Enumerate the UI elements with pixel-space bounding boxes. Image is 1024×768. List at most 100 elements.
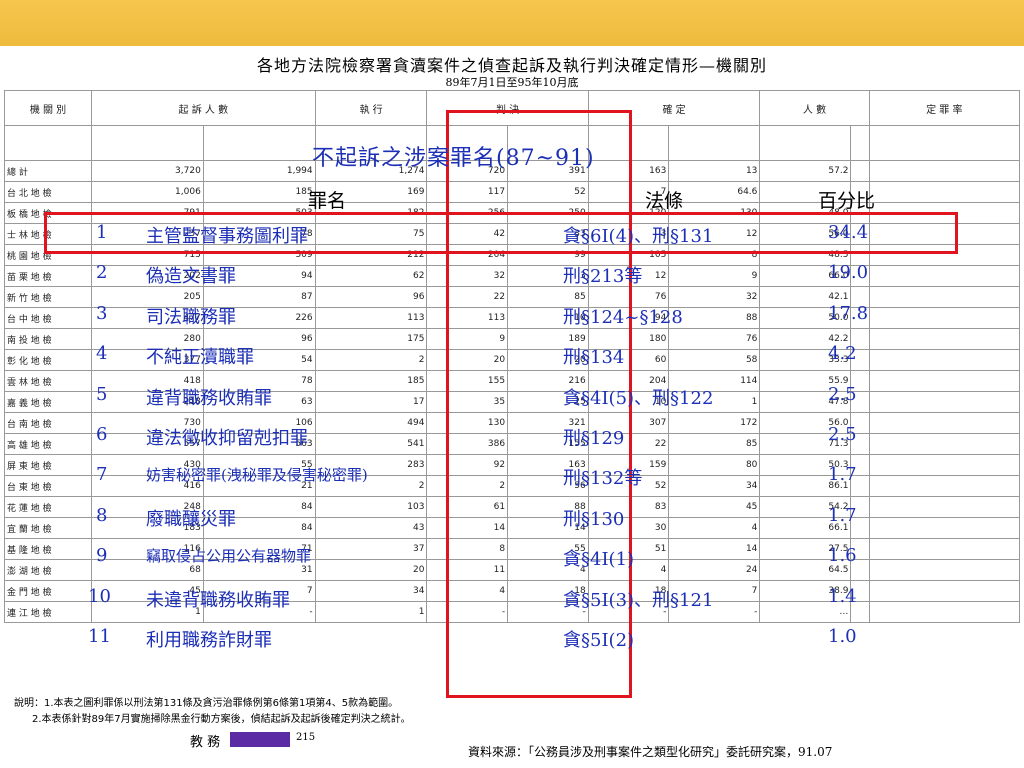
overlay-header-law: 法條 <box>645 190 684 212</box>
table-row-label: 總 計 <box>4 160 92 182</box>
overlay-row-name: 偽造文書罪 <box>146 266 236 287</box>
table-cell <box>868 559 1021 581</box>
overlay-header-name: 罪名 <box>308 190 347 212</box>
table-header-sub <box>91 125 204 161</box>
table-cell <box>868 433 1021 455</box>
overlay-row-law: 刑§132等 <box>563 468 643 489</box>
overlay-row-percent: 17.8 <box>828 303 869 324</box>
table-row-label: 屏 東 地 檢 <box>4 454 92 476</box>
table-header-cell: 起 訴 人 數 <box>91 90 316 126</box>
overlay-row-name: 利用職務詐財罪 <box>146 630 272 651</box>
table-cell: 45 <box>668 496 761 518</box>
table-cell: 103 <box>314 496 428 518</box>
table-cell: 13 <box>668 160 761 182</box>
overlay-row-percent: 34.4 <box>828 222 869 243</box>
table-cell <box>868 328 1021 350</box>
top-banner <box>0 0 1024 46</box>
overlay-row-name: 廢職釀災罪 <box>146 509 236 530</box>
table-header-cell: 人 數 <box>759 90 870 126</box>
table-cell <box>868 286 1021 308</box>
source-citation: 資料來源：「公務員涉及刑事案件之類型化研究」委託研究案，91.07 <box>468 745 833 759</box>
table-header-sub <box>202 125 316 161</box>
overlay-row-law: 貪§6I(4)、刑§131 <box>563 226 714 247</box>
table-cell <box>868 412 1021 434</box>
overlay-row-law: 貪§5I(3)、刑§121 <box>563 590 714 611</box>
overlay-row-number: 3 <box>96 303 108 324</box>
table-row-label: 基 隆 地 檢 <box>4 538 92 560</box>
overlay-title: 不起訴之涉案罪名(87~91) <box>312 146 595 171</box>
table-row-label: 台 南 地 檢 <box>4 412 92 434</box>
overlay-row-percent: 2.5 <box>828 424 857 445</box>
overlay-row-name: 主管監督事務圖利罪 <box>146 226 308 247</box>
table-cell: 96 <box>314 286 428 308</box>
table-cell: 58 <box>668 349 761 371</box>
note-line: 2.本表係針對89年7月實施掃除黑金行動方案後，偵結起訴及起訴後確定判決之統計。 <box>32 714 411 725</box>
table-cell: 172 <box>668 412 761 434</box>
table-cell: 17 <box>314 391 428 413</box>
overlay-row-percent: 2.5 <box>828 384 857 405</box>
table-cell <box>868 454 1021 476</box>
overlay-row-name: 司法職務罪 <box>146 307 236 328</box>
table-cell <box>868 538 1021 560</box>
table-row-label: 高 雄 地 檢 <box>4 433 92 455</box>
table-row-label: 嘉 義 地 檢 <box>4 391 92 413</box>
table-cell: 85 <box>668 433 761 455</box>
table-cell <box>868 391 1021 413</box>
overlay-row-number: 10 <box>88 586 111 607</box>
table-cell <box>868 496 1021 518</box>
table-row-label: 宜 蘭 地 檢 <box>4 517 92 539</box>
overlay-row-law: 刑§129 <box>563 428 625 449</box>
table-cell: 113 <box>314 307 428 329</box>
overlay-row-law: 刑§130 <box>563 509 625 530</box>
table-header-sub <box>850 125 870 161</box>
table-cell <box>868 265 1021 287</box>
table-row-label: 苗 栗 地 檢 <box>4 265 92 287</box>
overlay-row-number: 9 <box>96 545 108 566</box>
table-cell <box>868 517 1021 539</box>
overlay-row-number: 2 <box>96 262 108 283</box>
table-cell: 20 <box>314 559 428 581</box>
overlay-row-number: 4 <box>96 343 108 364</box>
table-cell <box>868 160 1021 182</box>
table-cell <box>850 160 870 182</box>
table-cell: 494 <box>314 412 428 434</box>
table-cell: 34 <box>314 580 428 602</box>
overlay-row-name: 未違背職務收賄罪 <box>146 590 290 611</box>
overlay-row-percent: 19.0 <box>828 262 869 283</box>
overlay-row-law: 刑§124~§128 <box>563 307 683 328</box>
table-row-label: 台 中 地 檢 <box>4 307 92 329</box>
table-cell: 3,720 <box>91 160 204 182</box>
table-row-label: 彰 化 地 檢 <box>4 349 92 371</box>
table-cell <box>868 181 1021 203</box>
table-cell <box>868 475 1021 497</box>
overlay-row-name: 竊取侵占公用公有器物罪 <box>146 547 312 565</box>
table-cell: 37 <box>314 538 428 560</box>
overlay-row-law: 貪§4I(5)、刑§122 <box>563 388 714 409</box>
table-cell: 185 <box>314 370 428 392</box>
table-cell <box>868 601 1021 623</box>
table-header-sub <box>868 125 1021 161</box>
table-header-sub <box>4 125 92 161</box>
overlay-header-pct: 百分比 <box>818 190 876 212</box>
table-cell <box>868 307 1021 329</box>
overlay-row-percent: 1.7 <box>828 464 857 485</box>
overlay-row-law: 刑§213等 <box>563 266 643 287</box>
table-cell: 541 <box>314 433 428 455</box>
footer-bar <box>230 732 290 747</box>
table-header-sub <box>759 125 852 161</box>
table-cell <box>868 349 1021 371</box>
overlay-row-number: 6 <box>96 424 108 445</box>
table-cell: 57.2 <box>759 160 852 182</box>
table-header-cell: 執 行 <box>314 90 428 126</box>
table-row-label: 台 北 地 檢 <box>4 181 92 203</box>
footer-value: 215 <box>296 732 316 743</box>
table-cell: 9 <box>668 265 761 287</box>
table-row-label: 花 蓮 地 檢 <box>4 496 92 518</box>
table-cell: 175 <box>314 328 428 350</box>
table-cell: 62 <box>314 265 428 287</box>
table-row-label: 澎 湖 地 檢 <box>4 559 92 581</box>
overlay-row-percent: 4.2 <box>828 343 857 364</box>
table-row-label: 台 東 地 檢 <box>4 475 92 497</box>
table-row-label: 南 投 地 檢 <box>4 328 92 350</box>
table-header-cell: 定 罪 率 <box>868 90 1021 126</box>
